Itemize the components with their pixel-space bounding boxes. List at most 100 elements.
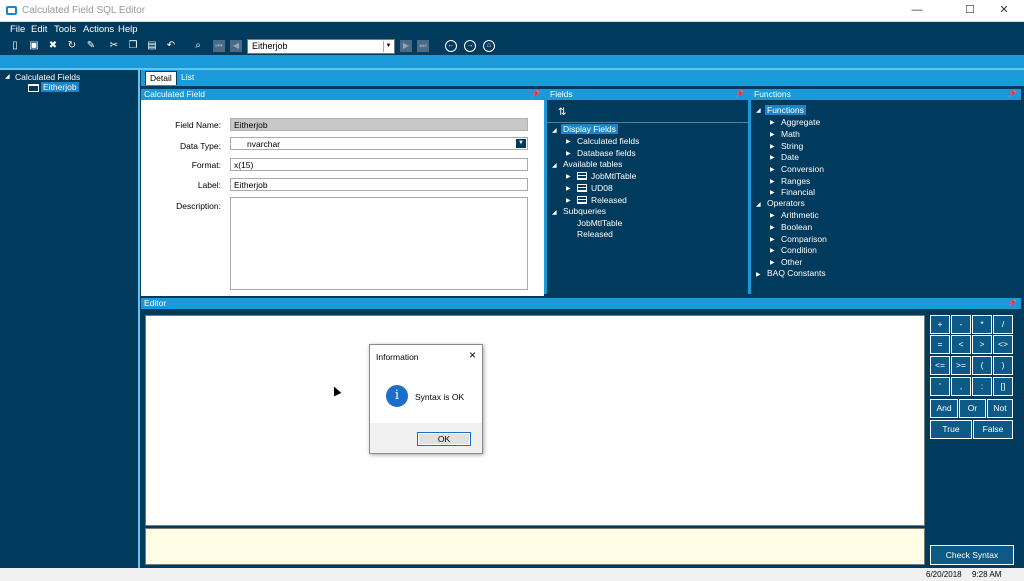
- op-brackets-button[interactable]: []: [993, 377, 1013, 396]
- collapse-icon[interactable]: ◢: [756, 107, 761, 114]
- expand-icon[interactable]: ▶: [566, 138, 571, 145]
- syntax-output[interactable]: [145, 528, 925, 565]
- tree-available-tables[interactable]: Available tables: [563, 159, 622, 169]
- tree-table-released[interactable]: Released: [591, 195, 627, 205]
- op-not-equal-button[interactable]: <>: [993, 335, 1013, 354]
- tree-arithmetic[interactable]: Arithmetic: [781, 210, 819, 220]
- tree-item-eitherjob[interactable]: Eitherjob: [41, 82, 79, 92]
- maximize-button[interactable]: ☐: [955, 2, 985, 19]
- forward-icon[interactable]: →: [464, 40, 476, 52]
- op-true-button[interactable]: True: [930, 420, 972, 439]
- tree-math[interactable]: Math: [781, 129, 800, 139]
- expand-icon[interactable]: ▶: [770, 189, 775, 196]
- menu-help[interactable]: Help: [118, 24, 138, 35]
- expand-icon[interactable]: ▶: [770, 119, 775, 126]
- op-minus-button[interactable]: -: [951, 315, 971, 334]
- op-equal-button[interactable]: =: [930, 335, 950, 354]
- delete-icon[interactable]: ✖: [47, 39, 59, 52]
- op-false-button[interactable]: False: [973, 420, 1013, 439]
- save-icon[interactable]: ▣: [28, 39, 40, 52]
- expand-icon[interactable]: ▶: [770, 143, 775, 150]
- minimize-button[interactable]: —: [902, 2, 932, 19]
- tree-functions[interactable]: Functions: [765, 105, 806, 115]
- cut-icon[interactable]: ✂: [108, 39, 120, 52]
- op-greater-equal-button[interactable]: >=: [951, 356, 971, 375]
- back-icon[interactable]: ←: [445, 40, 457, 52]
- op-quote-button[interactable]: ': [930, 377, 950, 396]
- expand-icon[interactable]: ▶: [770, 247, 775, 254]
- expand-icon[interactable]: ▶: [566, 185, 571, 192]
- tree-conversion[interactable]: Conversion: [781, 164, 824, 174]
- splitter[interactable]: [138, 70, 140, 581]
- pin-icon[interactable]: 📌: [735, 89, 744, 100]
- tab-list[interactable]: List: [177, 71, 198, 85]
- tab-detail[interactable]: Detail: [145, 71, 177, 85]
- pin-icon[interactable]: 📌: [1008, 89, 1017, 100]
- home-icon[interactable]: ⌂: [483, 40, 495, 52]
- previous-record-icon[interactable]: ◀: [230, 40, 242, 52]
- chevron-down-icon[interactable]: ▼: [516, 139, 526, 148]
- tree-table-ud08[interactable]: UD08: [591, 183, 613, 193]
- collapse-icon[interactable]: ◢: [552, 209, 557, 216]
- menu-tools[interactable]: Tools: [54, 24, 76, 35]
- tree-boolean[interactable]: Boolean: [781, 222, 812, 232]
- sort-icon[interactable]: ⇅: [558, 107, 566, 118]
- tree-string[interactable]: String: [781, 141, 803, 151]
- tree-calculated-fields[interactable]: Calculated fields: [577, 136, 639, 146]
- collapse-icon[interactable]: ◢: [756, 201, 761, 208]
- tree-subquery-jobmtltable[interactable]: JobMtlTable: [577, 218, 622, 228]
- tree-condition[interactable]: Condition: [781, 245, 817, 255]
- op-greater-button[interactable]: >: [972, 335, 992, 354]
- tree-subqueries[interactable]: Subqueries: [563, 206, 606, 216]
- expand-icon[interactable]: ▶: [770, 259, 775, 266]
- data-type-select[interactable]: nvarchar ▼: [230, 137, 528, 150]
- last-record-icon[interactable]: ⏭: [417, 40, 429, 52]
- refresh-icon[interactable]: ↻: [66, 39, 78, 52]
- op-and-button[interactable]: And: [930, 399, 958, 418]
- tree-comparison[interactable]: Comparison: [781, 234, 827, 244]
- menu-actions[interactable]: Actions: [83, 24, 114, 35]
- expand-icon[interactable]: ▶: [756, 271, 761, 278]
- field-name-input[interactable]: Eitherjob: [230, 118, 528, 131]
- chevron-down-icon[interactable]: ▼: [383, 41, 393, 52]
- expand-icon[interactable]: ▶: [770, 224, 775, 231]
- expand-icon[interactable]: ▶: [566, 173, 571, 180]
- format-input[interactable]: x(15): [230, 158, 528, 171]
- tree-subquery-released[interactable]: Released: [577, 229, 613, 239]
- undo-icon[interactable]: ↶: [165, 39, 177, 52]
- collapse-icon[interactable]: ◢: [552, 127, 557, 134]
- expand-icon[interactable]: ▶: [770, 166, 775, 173]
- collapse-icon[interactable]: ◢: [552, 162, 557, 169]
- ok-button[interactable]: OK: [417, 432, 471, 446]
- paste-icon[interactable]: ▤: [146, 39, 158, 52]
- op-not-button[interactable]: Not: [987, 399, 1013, 418]
- tree-financial[interactable]: Financial: [781, 187, 815, 197]
- clear-icon[interactable]: ✎: [85, 39, 97, 52]
- tree-aggregate[interactable]: Aggregate: [781, 117, 820, 127]
- expand-icon[interactable]: ▶: [770, 212, 775, 219]
- tree-ranges[interactable]: Ranges: [781, 176, 810, 186]
- expand-icon[interactable]: ▶: [770, 178, 775, 185]
- copy-icon[interactable]: ❐: [127, 39, 139, 52]
- tree-root[interactable]: Calculated Fields: [15, 72, 80, 82]
- label-input[interactable]: Eitherjob: [230, 178, 528, 191]
- tree-date[interactable]: Date: [781, 152, 799, 162]
- expand-icon[interactable]: ▶: [566, 150, 571, 157]
- expand-icon[interactable]: ▶: [770, 236, 775, 243]
- op-or-button[interactable]: Or: [959, 399, 986, 418]
- close-button[interactable]: ✕: [989, 2, 1019, 19]
- op-open-paren-button[interactable]: (: [972, 356, 992, 375]
- menu-edit[interactable]: Edit: [31, 24, 47, 35]
- close-icon[interactable]: ×: [469, 348, 476, 362]
- binoculars-icon[interactable]: ⌕: [192, 39, 204, 52]
- pin-icon[interactable]: 📌: [531, 89, 540, 100]
- tree-operators[interactable]: Operators: [767, 198, 805, 208]
- op-divide-button[interactable]: /: [993, 315, 1013, 334]
- expand-icon[interactable]: ▶: [770, 131, 775, 138]
- tree-baq-constants[interactable]: BAQ Constants: [767, 268, 826, 278]
- record-combo[interactable]: Eitherjob ▼: [247, 39, 395, 54]
- op-less-button[interactable]: <: [951, 335, 971, 354]
- tree-display-fields[interactable]: Display Fields: [561, 124, 618, 134]
- next-record-icon[interactable]: ▶: [400, 40, 412, 52]
- sql-editor[interactable]: [145, 315, 925, 526]
